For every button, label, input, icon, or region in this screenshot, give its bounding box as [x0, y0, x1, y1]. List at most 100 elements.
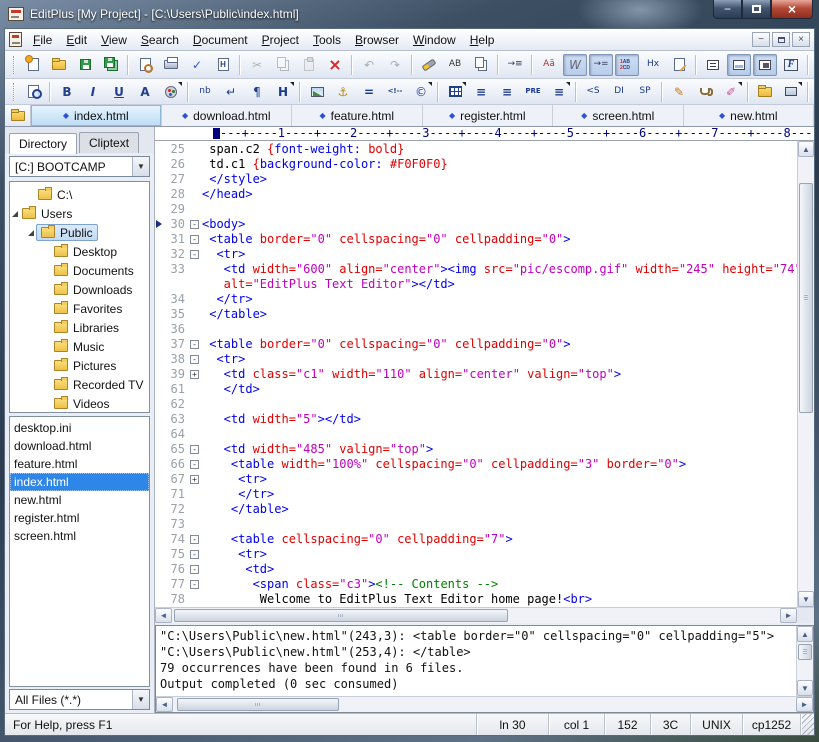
browser-toolbar-button[interactable] — [753, 54, 777, 76]
document-properties-button[interactable] — [667, 54, 691, 76]
drive-selector[interactable]: [C:] BOOTCAMP ▼ — [9, 156, 150, 177]
fold-collapse-icon[interactable]: - — [190, 580, 199, 589]
resize-grip[interactable] — [800, 714, 814, 735]
tree-item-downloads[interactable]: Downloads — [10, 280, 149, 299]
code-line-72[interactable]: 72 </table> — [155, 502, 797, 517]
code-line-64[interactable]: 64 — [155, 427, 797, 442]
mdi-close-button[interactable]: × — [792, 32, 810, 47]
output-hscroll-thumb[interactable] — [177, 698, 339, 711]
maximize-button[interactable] — [742, 0, 771, 19]
fold-collapse-icon[interactable]: - — [190, 355, 199, 364]
fold-collapse-icon[interactable]: - — [190, 445, 199, 454]
code-line-76[interactable]: 76- <td> — [155, 562, 797, 577]
menu-browser[interactable]: Browser — [348, 31, 406, 49]
paste-button[interactable] — [297, 54, 321, 76]
replace-button[interactable]: AB — [443, 54, 467, 76]
output-line[interactable]: 79 occurrences have been found in 6 file… — [160, 660, 792, 676]
tab-new.html[interactable]: ◆new.html — [684, 105, 815, 126]
strikethrough-button[interactable]: <S — [581, 81, 605, 103]
horizontal-rule-button[interactable]: = — [357, 81, 381, 103]
paragraph-button[interactable]: ¶ — [245, 81, 269, 103]
editor-vscroll-thumb[interactable] — [799, 183, 813, 413]
menu-window[interactable]: Window — [406, 31, 463, 49]
print-button[interactable] — [159, 54, 183, 76]
list-button[interactable]: ≡ — [547, 81, 571, 103]
code-line-26[interactable]: 26 td.c1 {background-color: #F0F0F0} — [155, 157, 797, 172]
code-line-38[interactable]: 38- <tr> — [155, 352, 797, 367]
fold-toggle[interactable]: - — [189, 562, 202, 577]
chevron-down-icon[interactable]: ▼ — [132, 157, 149, 176]
underline-button[interactable]: U — [107, 81, 131, 103]
code-line-32[interactable]: 32- <tr> — [155, 247, 797, 262]
goto-line-button[interactable]: →≡ — [503, 54, 527, 76]
output-vscroll-thumb[interactable] — [798, 644, 812, 660]
font-button[interactable]: A — [133, 81, 157, 103]
tab-download.html[interactable]: ◆download.html — [162, 105, 293, 126]
code-line-36[interactable]: 36 — [155, 322, 797, 337]
align-right-button[interactable]: ≡ — [495, 81, 519, 103]
heading-button[interactable]: H — [271, 81, 295, 103]
file-item-registerhtml[interactable]: register.html — [10, 509, 149, 527]
fold-collapse-icon[interactable]: - — [190, 220, 199, 229]
special-character-button[interactable]: © — [409, 81, 433, 103]
code-line-39[interactable]: 39+ <td class="c1" width="110" align="ce… — [155, 367, 797, 382]
mdi-restore-button[interactable] — [772, 32, 790, 47]
output-line[interactable]: "C:\Users\Public\new.html"(253,4): </tab… — [160, 644, 792, 660]
tab-register.html[interactable]: ◆register.html — [423, 105, 554, 126]
fold-toggle[interactable]: - — [189, 247, 202, 262]
delete-button[interactable]: × — [323, 54, 347, 76]
non-breaking-space-button[interactable]: nb — [193, 81, 217, 103]
fold-toggle[interactable]: - — [189, 577, 202, 592]
code-line-61[interactable]: 61 </td> — [155, 382, 797, 397]
tree-item-videos[interactable]: Videos — [10, 394, 149, 413]
div-tag-button[interactable]: DI — [607, 81, 631, 103]
scroll-up-icon[interactable]: ▲ — [798, 141, 814, 157]
comment-button[interactable]: <!-- — [383, 81, 407, 103]
insert-image-button[interactable] — [305, 81, 329, 103]
bold-button[interactable]: B — [55, 81, 79, 103]
toolbar-grip-2[interactable] — [13, 83, 15, 101]
tab-index.html[interactable]: ◆index.html — [31, 105, 162, 126]
print-preview-button[interactable] — [133, 54, 157, 76]
file-item-downloadhtml[interactable]: download.html — [10, 437, 149, 455]
scroll-left-icon[interactable]: ◄ — [156, 697, 173, 712]
code-line-78[interactable]: 78 Welcome to EditPlus Text Editor home … — [155, 592, 797, 607]
tree-item-libraries[interactable]: Libraries — [10, 318, 149, 337]
hex-viewer-button[interactable]: Hx — [641, 54, 665, 76]
html-document-button[interactable] — [211, 54, 235, 76]
tree-item-public[interactable]: Public — [10, 223, 149, 242]
code-line-34[interactable]: 34 </tr> — [155, 292, 797, 307]
file-item-indexhtml[interactable]: index.html — [10, 473, 149, 491]
code-line-27[interactable]: 27 </style> — [155, 172, 797, 187]
code-line-63[interactable]: 63 <td width="5"></td> — [155, 412, 797, 427]
sidebar-tab-directory[interactable]: Directory — [9, 133, 77, 154]
code-line-37[interactable]: 37- <table border="0" cellspacing="0" ce… — [155, 337, 797, 352]
output-line[interactable]: Output completed (0 sec consumed) — [160, 676, 792, 692]
code-line-77[interactable]: 77- <span class="c3"><!-- Contents --> — [155, 577, 797, 592]
insert-table-button[interactable] — [443, 81, 467, 103]
code-line-35[interactable]: 35 </table> — [155, 307, 797, 322]
code-editor[interactable]: 25 span.c2 {font-weight: bold}26 td.c1 {… — [155, 141, 797, 607]
title-bar[interactable]: EditPlus [My Project] - [C:\Users\Public… — [0, 0, 819, 28]
toggle-case-button[interactable]: Aã — [537, 54, 561, 76]
fold-toggle[interactable]: + — [189, 367, 202, 382]
edit-source-button[interactable]: ✎ — [667, 81, 691, 103]
scroll-right-icon[interactable]: ► — [780, 608, 797, 623]
highlight-pens-button[interactable]: ✐ — [719, 81, 743, 103]
fold-collapse-icon[interactable]: - — [190, 460, 199, 469]
line-numbers-button[interactable]: 1AB2CD — [615, 54, 639, 76]
minimize-button[interactable]: − — [713, 0, 742, 19]
menu-help[interactable]: Help — [463, 31, 502, 49]
tree-item-recordedtv[interactable]: Recorded TV — [10, 375, 149, 394]
cliptext-window-button[interactable] — [727, 54, 751, 76]
span-tag-button[interactable]: SP — [633, 81, 657, 103]
output-window-button[interactable] — [701, 54, 725, 76]
code-line-65[interactable]: 65- <td width="485" valign="top"> — [155, 442, 797, 457]
redo-button[interactable]: ↷ — [383, 54, 407, 76]
italic-button[interactable]: I — [81, 81, 105, 103]
menu-search[interactable]: Search — [134, 31, 186, 49]
preformatted-button[interactable]: PRE — [521, 81, 545, 103]
code-line-62[interactable]: 62 — [155, 397, 797, 412]
fold-toggle[interactable]: + — [189, 472, 202, 487]
tree-expanded-icon[interactable] — [12, 211, 18, 217]
